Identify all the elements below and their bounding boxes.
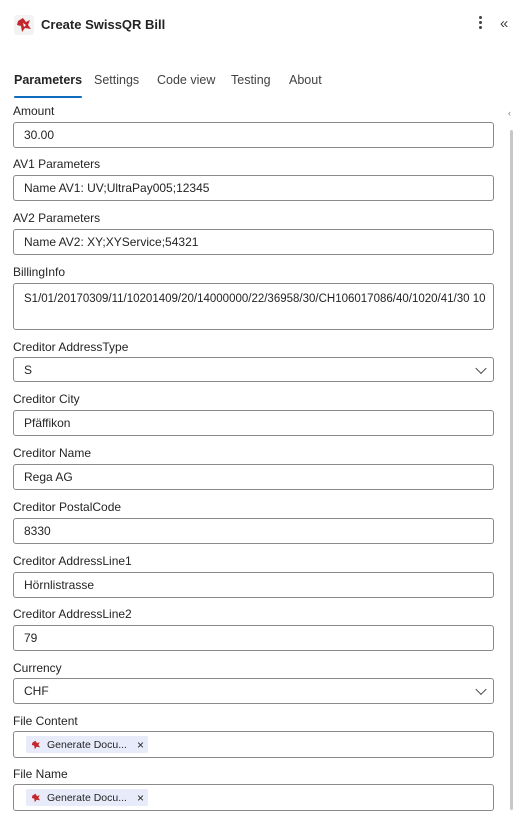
currency-value: CHF: [24, 684, 49, 698]
file-content-token[interactable]: Generate Docu... ×: [26, 736, 148, 753]
file-content-label: File Content: [13, 714, 78, 728]
currency-label: Currency: [13, 661, 62, 675]
creditor-address-type-value: S: [24, 362, 33, 377]
file-content-input[interactable]: Generate Docu... ×: [13, 731, 494, 758]
file-name-input[interactable]: Generate Docu... ×: [13, 784, 494, 811]
billing-info-value: S1/01/20170309/11/10201409/20/14000000/2…: [24, 293, 486, 305]
creditor-postal-code-input[interactable]: 8330: [13, 518, 494, 544]
file-name-token[interactable]: Generate Docu... ×: [26, 789, 148, 806]
creditor-address-type-label: Creditor AddressType: [13, 340, 129, 354]
creditor-address-line2-label: Creditor AddressLine2: [13, 607, 132, 621]
more-vertical-icon[interactable]: [472, 14, 488, 34]
double-chevron-left-icon[interactable]: «: [500, 14, 513, 34]
creditor-address-type-select[interactable]: S: [13, 357, 494, 382]
file-name-token-label: Generate Docu...: [47, 791, 127, 804]
app-logo-icon: [31, 740, 41, 749]
chevron-down-icon: [475, 362, 487, 374]
chevron-down-icon: [475, 683, 487, 696]
av1-input[interactable]: Name AV1: UV;UltraPay005;12345: [13, 175, 494, 201]
amount-input[interactable]: 30.00: [13, 122, 494, 148]
creditor-city-input[interactable]: Pfäffikon: [13, 410, 494, 436]
creditor-name-input[interactable]: Rega AG: [13, 464, 494, 490]
app-logo-icon: [14, 15, 34, 35]
amount-label: Amount: [13, 104, 55, 118]
tab-about[interactable]: About: [289, 73, 322, 99]
creditor-address-line1-label: Creditor AddressLine1: [13, 554, 132, 568]
av1-value: Name AV1: UV;UltraPay005;12345: [24, 181, 210, 195]
av2-input[interactable]: Name AV2: XY;XYService;54321: [13, 229, 494, 255]
creditor-postal-code-label: Creditor PostalCode: [13, 500, 122, 514]
billing-info-label: BillingInfo: [13, 265, 66, 279]
creditor-address-line1-value: Hörnlistrasse: [24, 578, 95, 592]
tab-parameters[interactable]: Parameters: [14, 73, 83, 99]
tab-settings[interactable]: Settings: [94, 73, 139, 99]
app-logo-icon: [31, 793, 41, 802]
currency-select[interactable]: CHF: [13, 678, 494, 704]
billing-info-input[interactable]: S1/01/20170309/11/10201409/20/14000000/2…: [13, 283, 494, 330]
scroll-up-icon[interactable]: ‹: [508, 108, 511, 118]
file-content-token-label: Generate Docu...: [47, 738, 127, 751]
amount-value: 30.00: [24, 128, 55, 142]
close-icon[interactable]: ×: [137, 791, 144, 805]
creditor-name-value: Rega AG: [24, 470, 73, 484]
creditor-city-label: Creditor City: [13, 392, 80, 406]
panel-header: Create SwissQR Bill «: [0, 0, 513, 50]
av2-value: Name AV2: XY;XYService;54321: [24, 235, 199, 249]
tab-code-view[interactable]: Code view: [157, 73, 215, 99]
close-icon[interactable]: ×: [137, 738, 144, 752]
creditor-city-value: Pfäffikon: [24, 416, 71, 430]
av1-label: AV1 Parameters: [13, 157, 101, 171]
creditor-postal-code-value: 8330: [24, 524, 51, 538]
creditor-address-line1-input[interactable]: Hörnlistrasse: [13, 572, 494, 598]
av2-label: AV2 Parameters: [13, 211, 101, 225]
creditor-name-label: Creditor Name: [13, 446, 92, 460]
creditor-address-line2-value: 79: [24, 631, 38, 645]
page-title: Create SwissQR Bill: [41, 17, 166, 32]
tab-testing[interactable]: Testing: [231, 73, 271, 99]
creditor-address-line2-input[interactable]: 79: [13, 625, 494, 651]
tab-bar: Parameters Settings Code view Testing Ab…: [0, 73, 513, 99]
file-name-label: File Name: [13, 767, 68, 781]
